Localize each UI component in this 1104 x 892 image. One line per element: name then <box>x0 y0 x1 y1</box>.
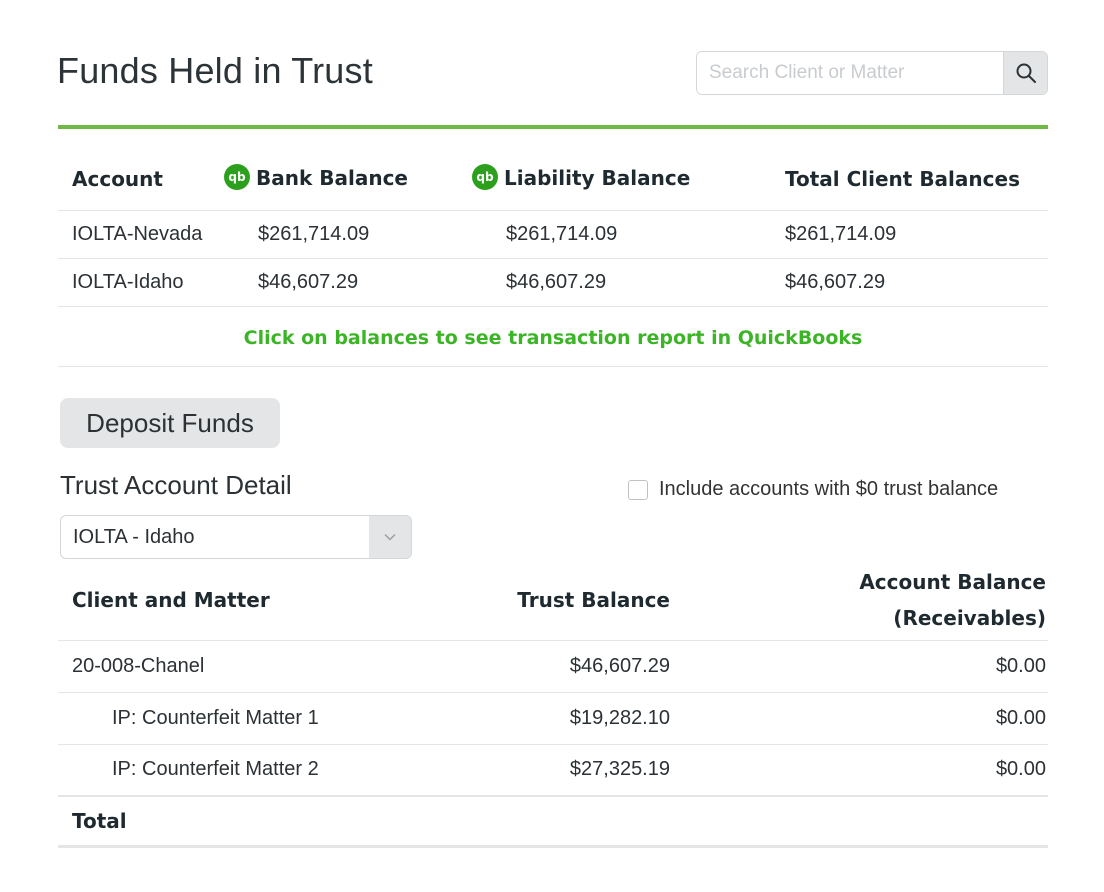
header-trust-balance: Trust Balance <box>510 560 670 641</box>
trust-balance: $46,607.29 <box>510 640 670 693</box>
total-label: Total <box>58 795 510 848</box>
dropdown-button[interactable] <box>369 516 411 558</box>
total-client-balance-link[interactable]: $46,607.29 <box>761 258 1048 307</box>
search-button[interactable] <box>1003 52 1047 94</box>
checkbox-icon[interactable] <box>628 479 648 500</box>
search-icon <box>1016 63 1036 83</box>
quickbooks-icon: qb <box>472 164 498 190</box>
header-divider <box>58 125 1048 129</box>
total-account-balance <box>670 795 1048 848</box>
header-account-balance: Account Balance (Receivables) <box>670 560 1048 641</box>
deposit-funds-button[interactable]: Deposit Funds <box>60 398 280 448</box>
trust-account-select[interactable]: IOLTA - Idaho <box>60 515 412 559</box>
matter-name[interactable]: IP: Counterfeit Matter 1 <box>58 692 510 745</box>
quickbooks-icon: qb <box>224 164 250 190</box>
bank-balance-link[interactable]: $46,607.29 <box>224 258 472 307</box>
search-box <box>696 51 1048 95</box>
page-title: Funds Held in Trust <box>57 50 373 91</box>
summary-header-row: Account qb Bank Balance qb Liability Balan… <box>58 148 1048 211</box>
trust-detail-table: Client and Matter Trust Balance Account … <box>58 560 1048 848</box>
account-balance: $0.00 <box>670 640 1048 693</box>
include-zero-balance-checkbox[interactable]: Include accounts with $0 trust balance <box>628 478 998 501</box>
header-bank-balance-label: Bank Balance <box>256 165 408 190</box>
quickbooks-hint: Click on balances to see transaction rep… <box>58 310 1048 367</box>
chevron-down-icon <box>384 533 396 541</box>
search-input[interactable] <box>697 52 1003 94</box>
matter-name[interactable]: IP: Counterfeit Matter 2 <box>58 744 510 797</box>
bank-balance-link[interactable]: $261,714.09 <box>224 210 472 259</box>
header-client-matter: Client and Matter <box>58 560 510 641</box>
client-name[interactable]: 20-008-Chanel <box>58 640 510 693</box>
total-client-balance-link[interactable]: $261,714.09 <box>761 210 1048 259</box>
header-account-balance-line1: Account Balance <box>859 569 1046 594</box>
selected-account: IOLTA - Idaho <box>73 526 195 548</box>
header-account: Account <box>58 148 224 211</box>
header-total-client-balances: Total Client Balances <box>761 148 1048 211</box>
header-bank-balance: qb Bank Balance <box>224 148 472 211</box>
total-row: Total <box>58 795 1048 848</box>
liability-balance-link[interactable]: $261,714.09 <box>472 210 761 259</box>
trust-account-detail-title: Trust Account Detail <box>60 470 292 500</box>
table-row: IP: Counterfeit Matter 1 $19,282.10 $0.0… <box>58 692 1048 745</box>
account-name: IOLTA-Nevada <box>58 210 224 259</box>
liability-balance-link[interactable]: $46,607.29 <box>472 258 761 307</box>
summary-table: Account qb Bank Balance qb Liability Balan… <box>58 148 1048 307</box>
detail-header-row: Client and Matter Trust Balance Account … <box>58 560 1048 641</box>
account-balance: $0.00 <box>670 692 1048 745</box>
header-liability-balance: qb Liability Balance <box>472 148 761 211</box>
table-row: IOLTA-Nevada $261,714.09 $261,714.09 $26… <box>58 210 1048 259</box>
table-row: IOLTA-Idaho $46,607.29 $46,607.29 $46,60… <box>58 258 1048 307</box>
header-liability-balance-label: Liability Balance <box>504 165 691 190</box>
table-row: 20-008-Chanel $46,607.29 $0.00 <box>58 640 1048 693</box>
account-name: IOLTA-Idaho <box>58 258 224 307</box>
trust-balance: $27,325.19 <box>510 744 670 797</box>
account-balance: $0.00 <box>670 744 1048 797</box>
header-account-balance-line2: (Receivables) <box>893 605 1046 630</box>
include-zero-balance-label: Include accounts with $0 trust balance <box>659 478 999 500</box>
trust-balance: $19,282.10 <box>510 692 670 745</box>
total-trust-balance <box>510 795 670 848</box>
table-row: IP: Counterfeit Matter 2 $27,325.19 $0.0… <box>58 744 1048 797</box>
